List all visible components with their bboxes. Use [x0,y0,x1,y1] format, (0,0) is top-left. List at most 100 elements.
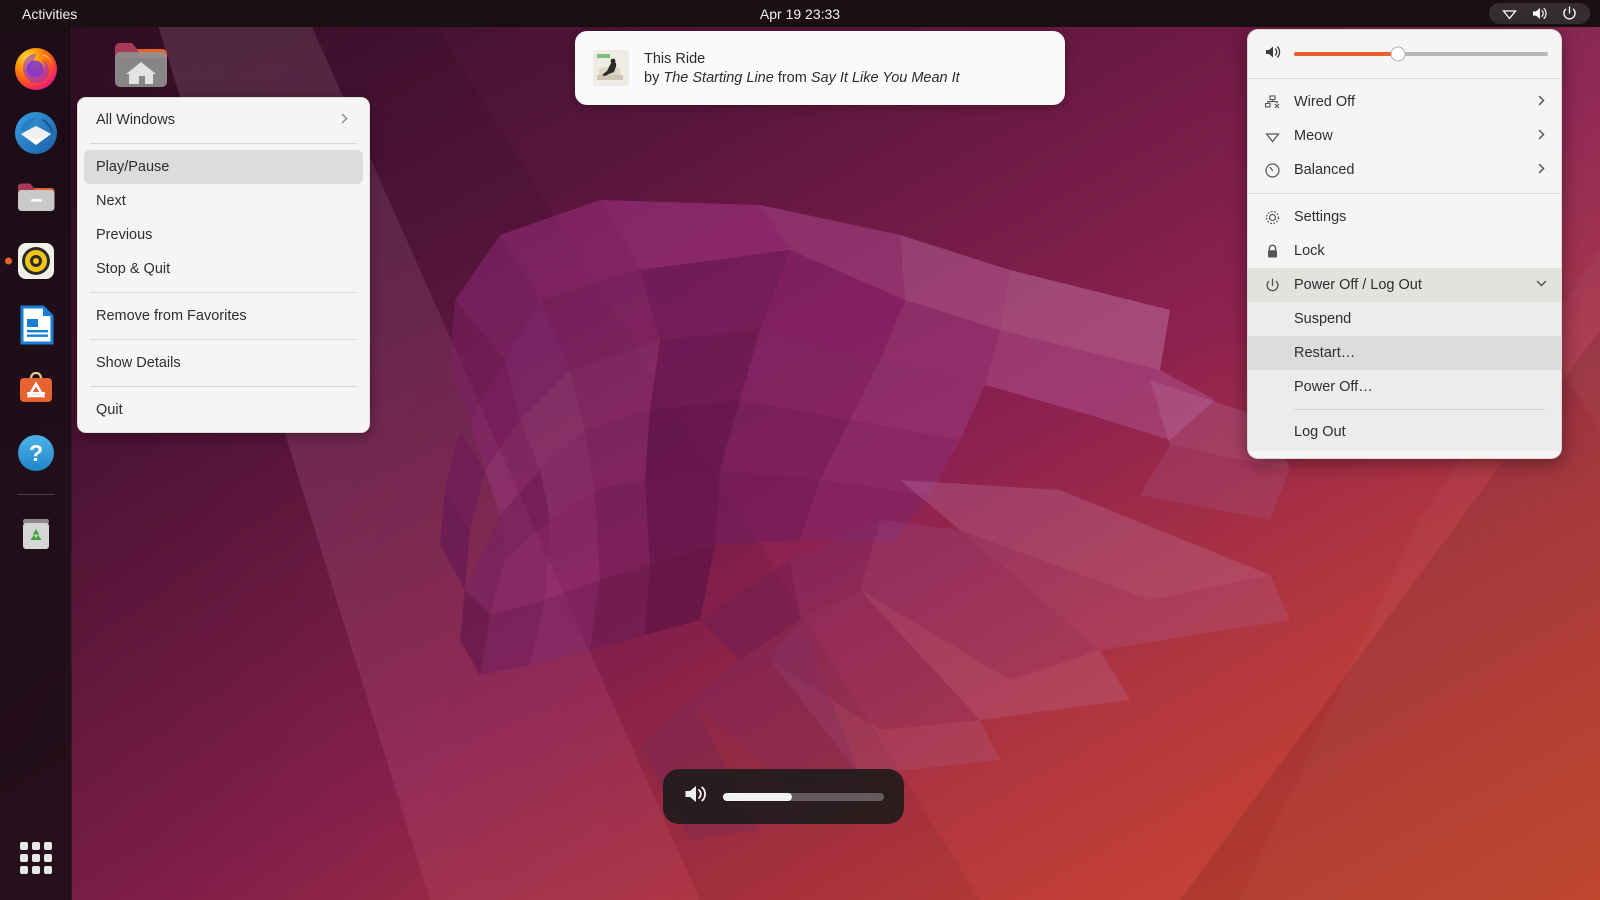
wifi-icon [1501,5,1518,22]
sys-row-power-off-log-out[interactable]: Power Off / Log Out [1248,268,1561,302]
chevron-down-icon [1535,277,1548,294]
top-bar: Activities Apr 19 23:33 [0,0,1600,27]
menu-item-previous[interactable]: Previous [84,218,363,252]
rhythmbox-icon [13,238,59,284]
artist-name: The Starting Line [663,70,773,86]
menu-item-label: Stop & Quit [96,261,170,277]
submenu-item-log-out[interactable]: Log Out [1248,415,1561,449]
sys-row-settings[interactable]: Settings [1248,200,1561,234]
menu-separator [90,386,357,387]
sys-row-label: Settings [1294,209,1548,225]
menu-item-label: Play/Pause [96,159,169,175]
power-profile-icon [1264,162,1281,179]
libreoffice-writer-icon [13,302,59,348]
from-word: from [778,70,807,86]
help-icon: ? [13,430,59,476]
desktop-home-folder-icon[interactable] [112,36,170,94]
osd-volume-fill [723,793,792,801]
sys-row-label: Wired Off [1294,94,1522,110]
sys-row-lock[interactable]: Lock [1248,234,1561,268]
submenu-item-label: Power Off… [1294,379,1373,395]
volume-slider-track[interactable] [1294,52,1548,56]
chevron-right-icon [1535,128,1548,145]
menu-item-label: All Windows [96,112,175,128]
power-submenu: Suspend Restart… Power Off… Log Out [1248,302,1561,451]
submenu-item-restart[interactable]: Restart… [1248,336,1561,370]
dock-item-trash[interactable] [8,505,64,561]
dock-item-rhythmbox[interactable] [8,233,64,289]
chevron-right-icon [1535,162,1548,179]
menu-item-label: Quit [96,402,123,418]
dock-item-software[interactable] [8,361,64,417]
notification-subtitle: by The Starting Line from Say It Like Yo… [644,70,960,86]
app-context-menu: All Windows Play/Pause Next Previous Sto… [77,97,370,433]
volume-icon [1264,43,1282,65]
submenu-separator [1294,409,1545,410]
show-applications-button[interactable] [8,830,64,886]
submenu-item-label: Log Out [1294,424,1346,440]
dock-item-firefox[interactable] [8,41,64,97]
volume-icon [1531,5,1548,22]
chevron-right-icon [338,112,351,129]
submenu-item-label: Suspend [1294,311,1351,327]
menu-item-label: Remove from Favorites [96,308,247,324]
power-icon [1264,277,1281,294]
svg-text:?: ? [28,440,42,466]
trash-icon [13,510,59,556]
menu-separator [1248,78,1561,79]
volume-slider-handle[interactable] [1391,47,1406,62]
lock-icon [1264,243,1281,260]
menu-item-label: Show Details [96,355,181,371]
sys-row-label: Meow [1294,128,1522,144]
osd-volume-track [723,793,884,801]
sys-row-power-profile[interactable]: Balanced [1248,153,1561,187]
gear-icon [1264,209,1281,226]
menu-item-quit[interactable]: Quit [84,393,363,427]
ubuntu-software-icon [13,366,59,412]
dock-item-files[interactable] [8,169,64,225]
notification-text: This Ride by The Starting Line from Say … [644,51,960,86]
system-indicators-button[interactable] [1489,3,1590,24]
menu-item-label: Previous [96,227,152,243]
wired-off-icon [1264,94,1281,111]
menu-item-show-details[interactable]: Show Details [84,346,363,380]
sys-row-label: Power Off / Log Out [1294,277,1522,293]
wifi-icon [1264,128,1281,145]
menu-item-play-pause[interactable]: Play/Pause [84,150,363,184]
running-indicator-dot [5,258,12,265]
menu-item-stop-and-quit[interactable]: Stop & Quit [84,252,363,286]
sys-row-label: Balanced [1294,162,1522,178]
firefox-icon [13,46,59,92]
sys-row-wifi[interactable]: Meow [1248,119,1561,153]
chevron-right-icon [1535,94,1548,111]
activities-button[interactable]: Activities [13,0,86,27]
volume-osd [663,769,904,824]
sys-row-wired[interactable]: Wired Off [1248,85,1561,119]
power-icon [1561,5,1578,22]
submenu-item-power-off[interactable]: Power Off… [1248,370,1561,404]
menu-item-remove-from-favorites[interactable]: Remove from Favorites [84,299,363,333]
dock-item-help[interactable]: ? [8,425,64,481]
submenu-item-suspend[interactable]: Suspend [1248,302,1561,336]
volume-slider-fill [1294,52,1398,56]
menu-item-label: Next [96,193,126,209]
notification-title: This Ride [644,51,960,67]
dock: ? [0,27,72,900]
app-grid-icon [18,840,54,876]
volume-slider-row[interactable] [1248,36,1561,72]
sys-row-label: Lock [1294,243,1548,259]
home-folder-glyph [112,36,170,94]
menu-item-next[interactable]: Next [84,184,363,218]
dock-item-thunderbird[interactable] [8,105,64,161]
thunderbird-icon [13,110,59,156]
menu-separator [1248,193,1561,194]
album-art [593,50,629,86]
dock-item-libreoffice[interactable] [8,297,64,353]
system-menu: Wired Off Meow Balanced [1247,29,1562,459]
media-notification-banner[interactable]: This Ride by The Starting Line from Say … [575,31,1065,105]
menu-item-all-windows[interactable]: All Windows [84,103,363,137]
by-word: by [644,70,659,86]
menu-separator [90,143,357,144]
clock-button[interactable]: Apr 19 23:33 [750,0,850,27]
submenu-item-label: Restart… [1294,345,1355,361]
